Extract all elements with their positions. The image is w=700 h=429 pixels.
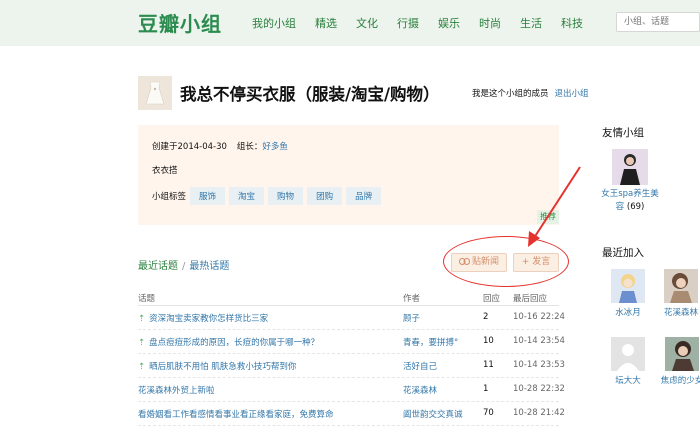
recent-member[interactable]: 水冰月 [604, 269, 652, 318]
col-author: 作者 [403, 294, 421, 304]
table-row: ⇡ 盘点痘痘形成的原因，长痘的你属于哪一种？ 青春，要拼搏° 10 10-14 2… [138, 330, 565, 354]
created-date: 创建于2014-04-30 [152, 142, 227, 152]
topic-last-reply-time: 10-28 21:42 [513, 408, 565, 418]
tags-label: 小组标签 [152, 192, 187, 202]
top-bar: 豆瓣小组 我的小组 精选 文化 行摄 娱乐 时尚 生活 科技 [0, 0, 700, 46]
tab-hot-topics[interactable]: 最热话题 [189, 261, 229, 272]
tag-shopping[interactable]: 购物 [268, 187, 304, 205]
recommend-button[interactable]: 推荐 [537, 210, 559, 224]
tag-brand[interactable]: 品牌 [346, 187, 382, 205]
topic-last-reply-time: 10-14 23:54 [513, 336, 565, 346]
nav-entertainment[interactable]: 娱乐 [438, 15, 460, 31]
recent-members-heading: 最近加入 [602, 247, 644, 259]
page-title: 我总不停买衣服（服装/淘宝/购物） [180, 85, 440, 104]
topic-last-reply-time: 10-14 23:53 [513, 360, 565, 370]
topic-author-link[interactable]: 顾子 [403, 314, 420, 324]
group-description: 衣衣搭 [152, 166, 178, 176]
col-title: 话题 [138, 294, 156, 304]
nav-featured[interactable]: 精选 [315, 15, 337, 31]
col-last-reply: 最后回应 [513, 294, 548, 304]
pin-icon: ⇡ [138, 314, 146, 324]
topic-author-link[interactable]: 阖世韵交交真诚 [403, 410, 463, 420]
avatar [611, 337, 645, 371]
topic-title-link[interactable]: 看婚姻看工作看感情看事业看正缘看家庭，免费算命 [138, 410, 334, 420]
member-text: 我是这个小组的成员 [472, 89, 549, 99]
topic-title-link[interactable]: 花溪森林外贸上新啦 [138, 386, 215, 396]
group-avatar [138, 76, 172, 110]
leader-label: 组长： [236, 142, 263, 152]
avatar [664, 269, 698, 303]
friend-group-name: 女王spa养生美容 (69) [600, 188, 660, 214]
topic-title-link[interactable]: 晒后肌肤不用怕 肌肤急救小技巧帮到你 [149, 362, 296, 372]
site-logo[interactable]: 豆瓣小组 [138, 8, 222, 37]
friend-groups-heading: 友情小组 [602, 127, 644, 139]
topic-tabs: 最近话题 / 最热话题 [138, 257, 229, 272]
tag-clothing[interactable]: 服饰 [190, 187, 226, 205]
nav-fashion[interactable]: 时尚 [479, 15, 501, 31]
recent-member[interactable]: 花溪森林 [656, 269, 700, 318]
nav-travel[interactable]: 行摄 [397, 15, 419, 31]
paste-news-label: 贴新闻 [471, 257, 499, 267]
topic-last-reply-time: 10-28 22:32 [513, 384, 565, 394]
topic-reply-count: 2 [483, 312, 489, 322]
topic-table: 话题 作者 回应 最后回应 ⇡ 资深淘宝卖家教你怎样货比三家 顾子 2 10-16… [138, 290, 565, 426]
paste-news-button[interactable]: 贴新闻 [451, 253, 507, 272]
friend-group-count: (69) [626, 202, 645, 212]
recent-member-name: 水冰月 [615, 308, 641, 318]
avatar [611, 269, 645, 303]
friend-group-avatar[interactable] [612, 149, 648, 185]
nav-culture[interactable]: 文化 [356, 15, 378, 31]
table-row: ⇡ 晒后肌肤不用怕 肌肤急救小技巧帮到你 活好自己 11 10-14 23:53 [138, 354, 565, 378]
nav-life[interactable]: 生活 [520, 15, 542, 31]
topic-reply-count: 70 [483, 408, 494, 418]
pin-icon: ⇡ [138, 362, 146, 372]
leader-link[interactable]: 好多鱼 [262, 142, 288, 152]
membership-status: 我是这个小组的成员 退出小组 [472, 87, 589, 99]
recent-member-name: 坛大大 [615, 376, 641, 386]
topic-reply-count: 10 [483, 336, 494, 346]
topic-author-link[interactable]: 青春，要拼搏° [403, 338, 458, 348]
avatar [665, 337, 699, 371]
created-line: 创建于2014-04-30 组长：好多鱼 [152, 140, 288, 152]
table-row: 花溪森林外贸上新啦 花溪森林 1 10-28 22:32 [138, 378, 565, 402]
group-tags: 小组标签 服饰 淘宝 购物 团购 品牌 [152, 187, 385, 205]
tab-latest-topics[interactable]: 最近话题 [138, 261, 178, 272]
post-button[interactable]: + 发言 [513, 253, 559, 272]
table-row: 看婚姻看工作看感情看事业看正缘看家庭，免费算命 阖世韵交交真诚 70 10-28… [138, 402, 565, 426]
topic-reply-count: 11 [483, 360, 494, 370]
search-input[interactable] [616, 12, 700, 32]
tag-group-buy[interactable]: 团购 [307, 187, 343, 205]
tag-taobao[interactable]: 淘宝 [229, 187, 265, 205]
topic-author-link[interactable]: 花溪森林 [403, 386, 437, 396]
topic-title-link[interactable]: 盘点痘痘形成的原因，长痘的你属于哪一种？ [149, 338, 319, 348]
nav-my-groups[interactable]: 我的小组 [252, 15, 296, 31]
group-info-box: 创建于2014-04-30 组长：好多鱼 衣衣搭 小组标签 服饰 淘宝 购物 团购… [138, 125, 559, 225]
table-header: 话题 作者 回应 最后回应 [138, 290, 559, 306]
nav-tech[interactable]: 科技 [561, 15, 583, 31]
recent-member-name: 花溪森林 [663, 308, 698, 318]
topic-title-link[interactable]: 资深淘宝卖家教你怎样货比三家 [149, 314, 268, 324]
col-reply: 回应 [483, 294, 501, 304]
pin-icon: ⇡ [138, 338, 146, 348]
table-row: ⇡ 资深淘宝卖家教你怎样货比三家 顾子 2 10-16 22:24 [138, 306, 565, 330]
recent-member-name: 焦虑的少女 [660, 376, 700, 386]
recent-member[interactable]: 焦虑的少女 [654, 337, 700, 386]
topic-author-link[interactable]: 活好自己 [403, 362, 437, 372]
recent-member[interactable]: 坛大大 [604, 337, 652, 386]
leave-group-link[interactable]: 退出小组 [555, 89, 589, 99]
topic-reply-count: 1 [483, 384, 489, 394]
tab-separator: / [182, 261, 186, 272]
topic-last-reply-time: 10-16 22:24 [513, 312, 565, 322]
link-icon [458, 258, 470, 265]
main-nav: 我的小组 精选 文化 行摄 娱乐 时尚 生活 科技 [252, 15, 602, 31]
